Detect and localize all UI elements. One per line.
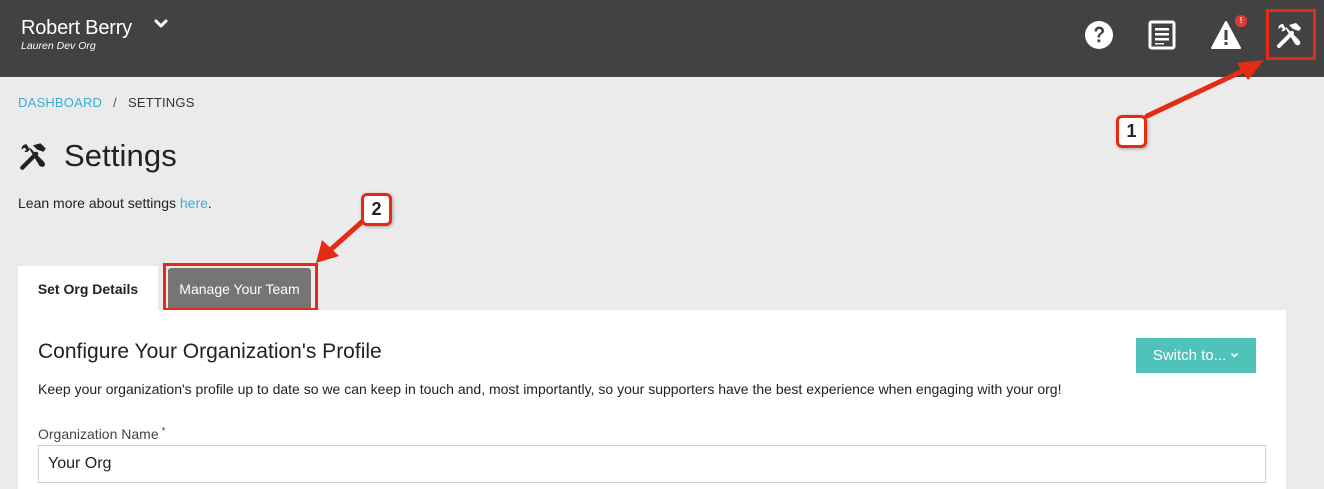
alert-badge: ! [1235, 15, 1247, 27]
learn-more-link[interactable]: here [180, 195, 208, 211]
help-icon[interactable] [1082, 18, 1116, 52]
org-name: Lauren Dev Org [21, 40, 96, 52]
profile-panel: Configure Your Organization's Profile Sw… [18, 310, 1286, 489]
callout-1: 1 [1116, 115, 1147, 148]
required-mark: * [161, 426, 166, 437]
organization-name-label: Organization Name * [38, 426, 166, 442]
breadcrumb-current: SETTINGS [127, 95, 195, 110]
breadcrumb-dashboard[interactable]: DASHBOARD [18, 95, 102, 110]
organization-name-label-text: Organization Name [38, 426, 159, 442]
breadcrumb: DASHBOARD / SETTINGS [18, 95, 195, 110]
tab-manage-your-team[interactable]: Manage Your Team [168, 268, 311, 309]
section-description: Keep your organization's profile up to d… [38, 381, 1062, 397]
breadcrumb-separator: / [113, 95, 117, 110]
top-bar: Robert Berry Lauren Dev Org ! [0, 0, 1324, 77]
switch-to-label: Switch to... [1152, 347, 1227, 364]
callout-2: 2 [361, 193, 392, 226]
tab-set-org-details[interactable]: Set Org Details [18, 266, 158, 311]
user-name: Robert Berry [21, 17, 132, 39]
organization-name-input[interactable] [38, 445, 1266, 483]
learn-more-suffix: . [207, 195, 212, 211]
chevron-down-icon[interactable] [153, 18, 169, 30]
learn-more-text: Lean more about settings here. [18, 195, 212, 211]
tools-icon [20, 143, 46, 170]
tools-highlight [1266, 9, 1316, 60]
arrow-2 [325, 217, 367, 255]
page-title: Settings [64, 138, 177, 173]
user-menu[interactable]: Robert Berry Lauren Dev Org [21, 16, 132, 52]
arrowhead-2 [316, 240, 339, 263]
page-heading: Settings [18, 138, 177, 174]
switch-to-button[interactable]: Switch to... [1136, 338, 1256, 373]
section-title: Configure Your Organization's Profile [38, 340, 382, 363]
chevron-down-icon [1231, 352, 1239, 358]
notes-icon[interactable] [1145, 18, 1179, 52]
learn-more-prefix: Lean more about settings [18, 195, 180, 211]
